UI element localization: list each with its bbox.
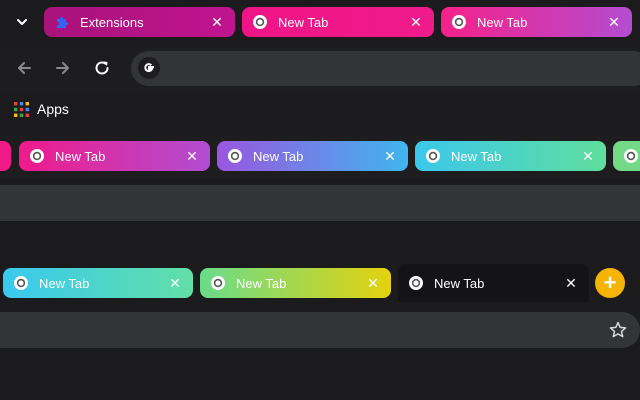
close-icon[interactable]: ✕ bbox=[167, 275, 183, 291]
tab-new-tab[interactable]: New Tab ✕ bbox=[200, 268, 391, 298]
tab-label: New Tab bbox=[236, 275, 287, 291]
omnibox[interactable] bbox=[131, 51, 640, 86]
close-icon[interactable]: ✕ bbox=[606, 14, 622, 30]
tab-new-tab[interactable]: New Tab ✕ bbox=[242, 7, 434, 37]
tab-new-tab[interactable]: New Tab ✕ bbox=[3, 268, 193, 298]
bookmark-label: Apps bbox=[37, 101, 69, 117]
arrow-left-icon bbox=[18, 62, 31, 74]
tab-label: Extensions bbox=[80, 14, 144, 30]
tab-label: New Tab bbox=[39, 275, 90, 291]
google-icon bbox=[138, 57, 160, 79]
tab-new-tab[interactable]: New Tab ✕ bbox=[19, 141, 210, 171]
chevron-down-icon bbox=[17, 19, 27, 25]
close-icon[interactable]: ✕ bbox=[563, 275, 579, 291]
chrome-icon bbox=[210, 275, 226, 291]
tab-partial-right[interactable] bbox=[613, 141, 640, 171]
reload-button[interactable] bbox=[90, 56, 114, 80]
tab-new-tab[interactable]: New Tab ✕ bbox=[441, 7, 632, 37]
tab-search-dropdown[interactable] bbox=[10, 10, 34, 34]
chrome-icon bbox=[425, 148, 441, 164]
close-icon[interactable]: ✕ bbox=[209, 14, 225, 30]
tab-label: New Tab bbox=[451, 148, 502, 164]
tab-new-tab[interactable]: New Tab ✕ bbox=[217, 141, 408, 171]
bookmark-apps[interactable]: Apps bbox=[14, 100, 69, 118]
chrome-icon bbox=[252, 14, 268, 30]
tab-label: New Tab bbox=[55, 148, 106, 164]
tab-new-tab[interactable]: New Tab ✕ bbox=[415, 141, 606, 171]
close-icon[interactable]: ✕ bbox=[184, 148, 200, 164]
forward-button[interactable] bbox=[51, 56, 75, 80]
reload-icon bbox=[95, 61, 109, 75]
tab-new-tab-active[interactable]: New Tab ✕ bbox=[398, 264, 589, 302]
chrome-icon bbox=[13, 275, 29, 291]
chrome-icon bbox=[451, 14, 467, 30]
tab-label: New Tab bbox=[253, 148, 304, 164]
puzzle-icon bbox=[54, 14, 70, 30]
new-tab-button[interactable]: + bbox=[595, 268, 625, 298]
close-icon[interactable]: ✕ bbox=[408, 14, 424, 30]
tab-label: New Tab bbox=[278, 14, 329, 30]
tab-label: New Tab bbox=[477, 14, 528, 30]
omnibox-preview[interactable] bbox=[0, 312, 640, 348]
chrome-icon bbox=[29, 148, 45, 164]
chrome-icon bbox=[408, 275, 424, 291]
close-icon[interactable]: ✕ bbox=[365, 275, 381, 291]
toolbar-preview-bar bbox=[0, 185, 640, 221]
apps-grid-icon bbox=[14, 101, 29, 117]
tab-extensions[interactable]: Extensions ✕ bbox=[44, 7, 235, 37]
chrome-icon bbox=[227, 148, 243, 164]
plus-icon: + bbox=[603, 270, 617, 295]
tab-label: New Tab bbox=[434, 275, 485, 291]
close-icon[interactable]: ✕ bbox=[580, 148, 596, 164]
star-icon[interactable] bbox=[609, 321, 627, 339]
chrome-icon bbox=[624, 149, 638, 163]
tab-partial-left[interactable] bbox=[0, 141, 11, 171]
back-button[interactable] bbox=[12, 56, 36, 80]
close-icon[interactable]: ✕ bbox=[382, 148, 398, 164]
arrow-right-icon bbox=[56, 62, 69, 74]
